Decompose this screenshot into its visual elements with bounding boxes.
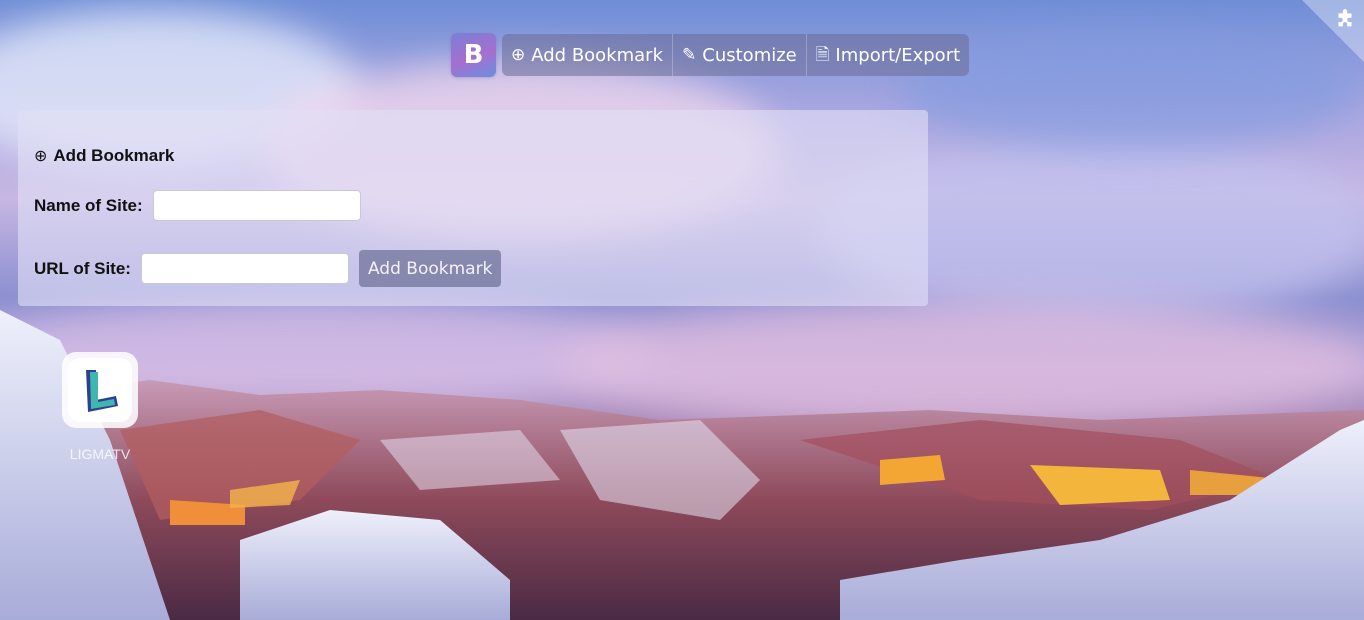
toolbar-button-group: ⊕ Add Bookmark ✎ Customize 🗎 Import/Expo…: [502, 34, 970, 76]
ligmatv-logo: [68, 358, 132, 422]
import-export-label: Import/Export: [835, 44, 961, 66]
name-row: Name of Site:: [34, 190, 361, 221]
plus-circle-icon: ⊕: [511, 44, 526, 65]
panel-title: ⊕ Add Bookmark: [34, 146, 174, 166]
import-export-button[interactable]: 🗎 Import/Export: [807, 34, 969, 76]
site-url-input[interactable]: [140, 253, 349, 284]
background-scenery: [0, 0, 1364, 620]
add-bookmark-label: Add Bookmark: [531, 44, 664, 66]
url-label: URL of Site:: [34, 258, 131, 278]
corner-extension-badge[interactable]: [1302, 0, 1364, 62]
customize-label: Customize: [702, 44, 797, 66]
app-logo-button[interactable]: B: [451, 33, 496, 77]
url-row: URL of Site: Add Bookmark: [34, 250, 502, 287]
panel-title-text: Add Bookmark: [53, 146, 175, 165]
canyon-landscape: [0, 310, 1364, 620]
logo-letter: B: [463, 40, 484, 70]
puzzle-icon: [1338, 9, 1352, 27]
name-label: Name of Site:: [34, 195, 143, 215]
customize-button[interactable]: ✎ Customize: [673, 34, 807, 76]
add-bookmark-panel: ⊕ Add Bookmark Name of Site: URL of Site…: [18, 110, 928, 306]
submit-bookmark-button[interactable]: Add Bookmark: [358, 250, 502, 287]
ligmatv-logo-icon: [86, 370, 118, 412]
site-name-input[interactable]: [152, 190, 361, 221]
shortcut-label: LIGMATV: [69, 446, 131, 462]
file-icon: 🗎: [815, 44, 830, 65]
shortcut-tile[interactable]: [62, 352, 138, 428]
plus-circle-icon: ⊕: [34, 148, 48, 165]
pencil-icon: ✎: [682, 44, 697, 65]
add-bookmark-button[interactable]: ⊕ Add Bookmark: [502, 34, 674, 76]
top-toolbar: B ⊕ Add Bookmark ✎ Customize 🗎 Import/Ex…: [451, 33, 970, 77]
